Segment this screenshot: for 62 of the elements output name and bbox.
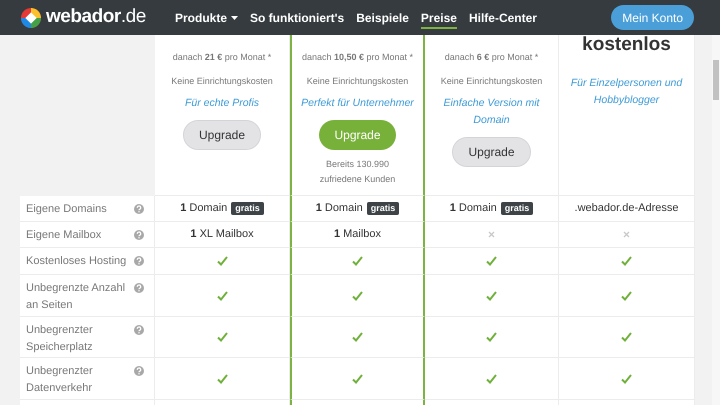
feature-label: Unbegrenzte Anzahl an Seiten [26,281,126,313]
nav-link[interactable]: Preise [420,6,457,28]
check-icon [486,374,497,384]
nav-link[interactable]: Beispiele [356,6,409,28]
check-icon [621,290,632,300]
gratis-badge: gratis [500,202,534,215]
check-icon [486,256,497,266]
check-icon [352,290,363,300]
nav-link[interactable]: Produkte [175,6,238,28]
feature-value: 1 Domain [450,201,497,216]
feature-label: Kostenloses Hosting [26,254,128,269]
logo-icon [20,6,42,28]
upgrade-button[interactable]: Upgrade [182,120,262,150]
plan-price: kostenlos [582,35,671,55]
upgrade-button[interactable]: Upgrade [452,137,531,167]
check-icon [216,256,228,266]
check-icon [621,374,632,384]
help-icon[interactable] [134,325,144,335]
setup-cost-note: Keine Einrichtungskosten [440,74,542,88]
check-icon [621,332,632,342]
check-icon [621,256,632,266]
plan-tagline: Einfache Version mit Domain [442,96,541,128]
feature-label: Unbegrenzter Speicherplatz [26,323,94,355]
gratis-badge: gratis [366,202,400,215]
check-icon [216,290,228,300]
setup-cost-note: Keine Einrichtungskosten [306,74,408,88]
help-icon[interactable] [134,256,144,266]
feature-value: 1 Domain [180,201,228,216]
help-icon[interactable] [134,204,144,214]
caret-icon [231,16,238,20]
feature-value: 1 Domain [316,201,363,216]
gratis-badge: gratis [231,202,264,215]
help-icon[interactable] [134,230,144,240]
check-icon [486,290,497,300]
feature-value: 1 Mailbox [334,227,382,242]
price-note: danach 6 € pro Monat * [444,51,538,64]
setup-cost-note: Keine Einrichtungskosten [171,74,273,88]
price-note: danach 10,50 € pro Monat * [302,51,414,64]
nav-link[interactable]: Hilfe-Center [468,6,537,28]
feature-value: 1 XL Mailbox [190,227,254,242]
feature-label: Unbegrenzter Datenverkehr [26,364,94,396]
help-icon[interactable] [134,283,144,293]
check-icon [352,374,363,384]
check-icon [352,256,363,266]
feature-label: Eigene Mailbox [26,228,102,243]
plan-tagline: Perfekt für Unternehmer [301,96,414,111]
cross-icon [488,231,495,238]
check-icon [216,332,228,342]
feature-label: Eigene Domains [26,202,108,217]
plan-tagline: Für Einzelpersonen und Hobbyblogger [570,76,684,108]
check-icon [216,374,228,384]
nav-link[interactable]: So funktioniert's [250,6,344,28]
plan-tagline: Für echte Profis [184,96,260,111]
feature-value: .webador.de-Adresse [574,201,678,216]
logo-text[interactable]: webador.de [46,3,146,32]
cross-icon [623,231,630,238]
check-icon [486,332,497,342]
customer-count-note: Bereits 130.990 zufriedene Kunden [318,158,396,186]
price-note: danach 21 € pro Monat * [172,51,272,64]
check-icon [352,332,363,342]
help-icon[interactable] [134,366,144,376]
scrollbar-thumb[interactable] [713,60,719,100]
